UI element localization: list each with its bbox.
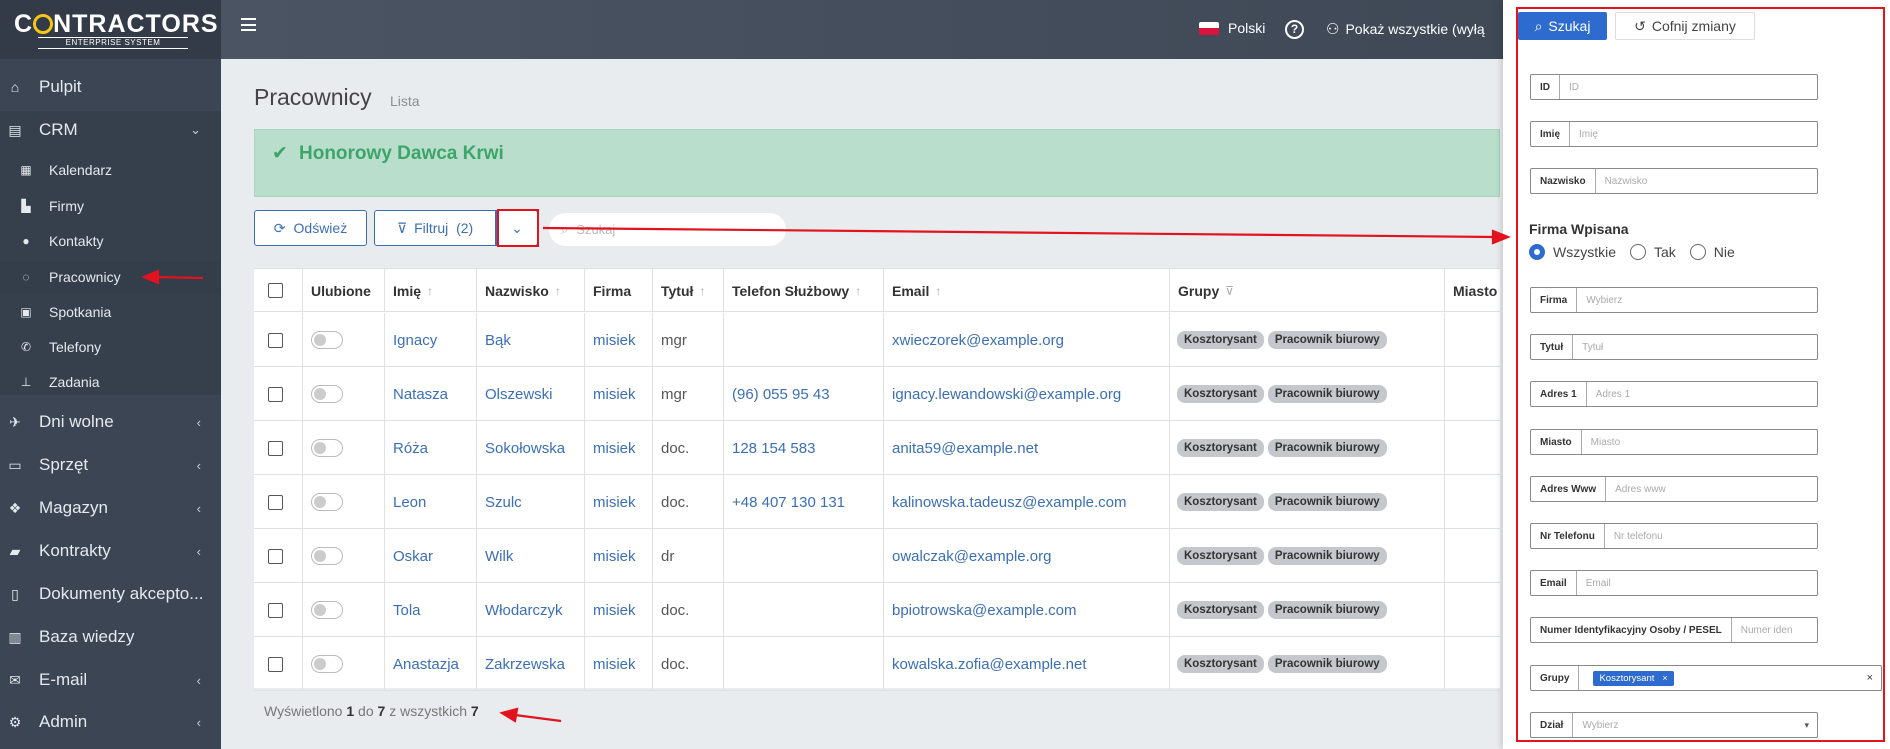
annotation-arrows [141, 226, 1511, 723]
